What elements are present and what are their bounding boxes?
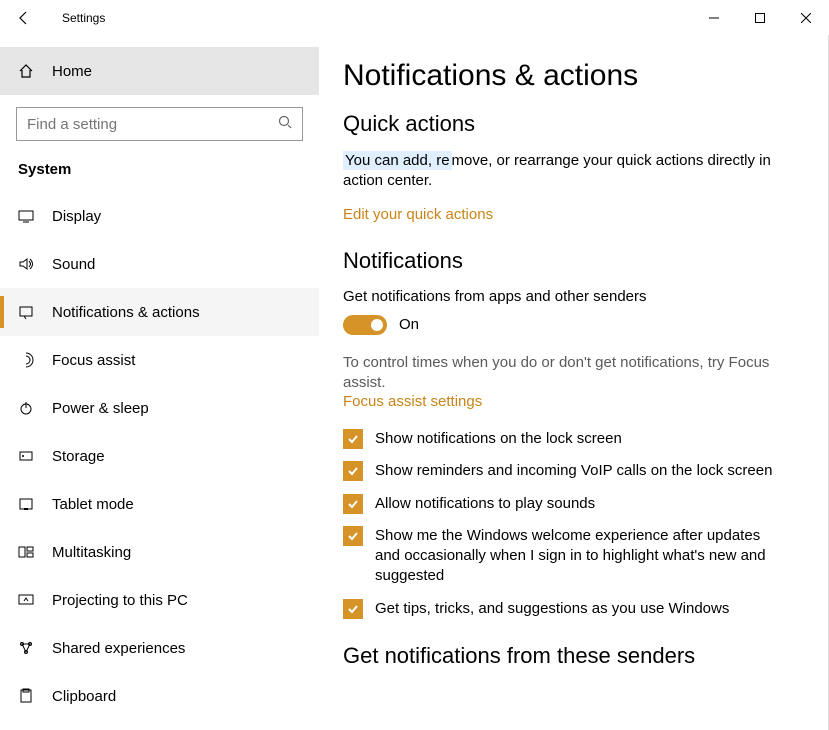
notifications-toggle[interactable] (343, 315, 387, 335)
home-label: Home (52, 63, 92, 80)
sidebar-item-projecting[interactable]: Projecting to this PC (0, 576, 319, 624)
quick-actions-heading: Quick actions (343, 111, 804, 137)
focus-assist-description: To control times when you do or don't ge… (343, 353, 783, 394)
sidebar-item-clipboard[interactable]: Clipboard (0, 672, 319, 720)
power-icon (18, 400, 34, 416)
edit-quick-actions-link[interactable]: Edit your quick actions (343, 206, 493, 223)
checkbox-tips-tricks[interactable] (343, 599, 363, 619)
sidebar-item-label: Focus assist (52, 352, 135, 369)
shared-icon (18, 640, 34, 656)
sidebar-item-label: Projecting to this PC (52, 592, 188, 609)
sidebar-item-label: Notifications & actions (52, 304, 200, 321)
sidebar-item-multitasking[interactable]: Multitasking (0, 528, 319, 576)
titlebar: Settings (0, 0, 829, 35)
sound-icon (18, 256, 34, 272)
sidebar-item-tablet-mode[interactable]: Tablet mode (0, 480, 319, 528)
sidebar-item-focus-assist[interactable]: Focus assist (0, 336, 319, 384)
highlighted-text: You can add, re (343, 151, 452, 170)
notifications-toggle-description: Get notifications from apps and other se… (343, 288, 804, 305)
sidebar: Home System Display Sound Notifications … (0, 35, 319, 730)
category-label: System (18, 161, 319, 178)
search-box[interactable] (16, 107, 303, 141)
checkbox-row: Get tips, tricks, and suggestions as you… (343, 599, 788, 619)
notification-options-list: Show notifications on the lock screen Sh… (343, 429, 788, 619)
checkbox-label: Show me the Windows welcome experience a… (375, 526, 788, 587)
nav-list: Display Sound Notifications & actions Fo… (0, 192, 319, 720)
checkbox-lock-screen[interactable] (343, 429, 363, 449)
back-button[interactable] (0, 0, 48, 35)
sidebar-item-display[interactable]: Display (0, 192, 319, 240)
checkbox-label: Allow notifications to play sounds (375, 494, 595, 514)
home-button[interactable]: Home (0, 47, 319, 95)
home-icon (18, 63, 34, 79)
window-title: Settings (62, 11, 105, 25)
checkbox-row: Show reminders and incoming VoIP calls o… (343, 461, 788, 481)
checkbox-welcome-experience[interactable] (343, 526, 363, 546)
sidebar-item-label: Display (52, 208, 101, 225)
projecting-icon (18, 592, 34, 608)
notifications-icon (18, 304, 34, 320)
sidebar-item-label: Shared experiences (52, 640, 185, 657)
display-icon (18, 208, 34, 224)
toggle-state-label: On (399, 316, 419, 333)
sidebar-item-label: Tablet mode (52, 496, 134, 513)
focus-assist-settings-link[interactable]: Focus assist settings (343, 393, 482, 410)
focus-assist-icon (18, 352, 34, 368)
close-button[interactable] (783, 0, 829, 35)
back-arrow-icon (16, 10, 32, 26)
close-icon (801, 13, 811, 23)
main-content: Notifications & actions Quick actions Yo… (319, 35, 829, 730)
maximize-icon (755, 13, 765, 23)
sidebar-item-label: Sound (52, 256, 95, 273)
toggle-knob (371, 319, 383, 331)
checkbox-row: Allow notifications to play sounds (343, 494, 788, 514)
checkbox-reminders-voip[interactable] (343, 461, 363, 481)
checkbox-label: Show reminders and incoming VoIP calls o… (375, 461, 772, 481)
sidebar-item-power-sleep[interactable]: Power & sleep (0, 384, 319, 432)
clipboard-icon (18, 688, 34, 704)
checkbox-row: Show me the Windows welcome experience a… (343, 526, 788, 587)
quick-actions-description: You can add, remove, or rearrange your q… (343, 151, 783, 192)
sidebar-item-sound[interactable]: Sound (0, 240, 319, 288)
sidebar-item-notifications-actions[interactable]: Notifications & actions (0, 288, 319, 336)
checkbox-play-sounds[interactable] (343, 494, 363, 514)
maximize-button[interactable] (737, 0, 783, 35)
page-title: Notifications & actions (343, 59, 804, 93)
notifications-heading: Notifications (343, 248, 804, 274)
storage-icon (18, 448, 34, 464)
sidebar-item-label: Storage (52, 448, 105, 465)
sidebar-item-label: Power & sleep (52, 400, 149, 417)
sidebar-item-label: Clipboard (52, 688, 116, 705)
window-controls (691, 0, 829, 35)
sidebar-item-storage[interactable]: Storage (0, 432, 319, 480)
checkbox-row: Show notifications on the lock screen (343, 429, 788, 449)
checkbox-label: Get tips, tricks, and suggestions as you… (375, 599, 729, 619)
search-input[interactable] (27, 116, 278, 133)
senders-heading: Get notifications from these senders (343, 643, 804, 669)
multitasking-icon (18, 544, 34, 560)
minimize-icon (709, 13, 719, 23)
sidebar-item-label: Multitasking (52, 544, 131, 561)
sidebar-item-shared-experiences[interactable]: Shared experiences (0, 624, 319, 672)
tablet-icon (18, 496, 34, 512)
search-icon (278, 115, 292, 134)
checkbox-label: Show notifications on the lock screen (375, 429, 622, 449)
minimize-button[interactable] (691, 0, 737, 35)
